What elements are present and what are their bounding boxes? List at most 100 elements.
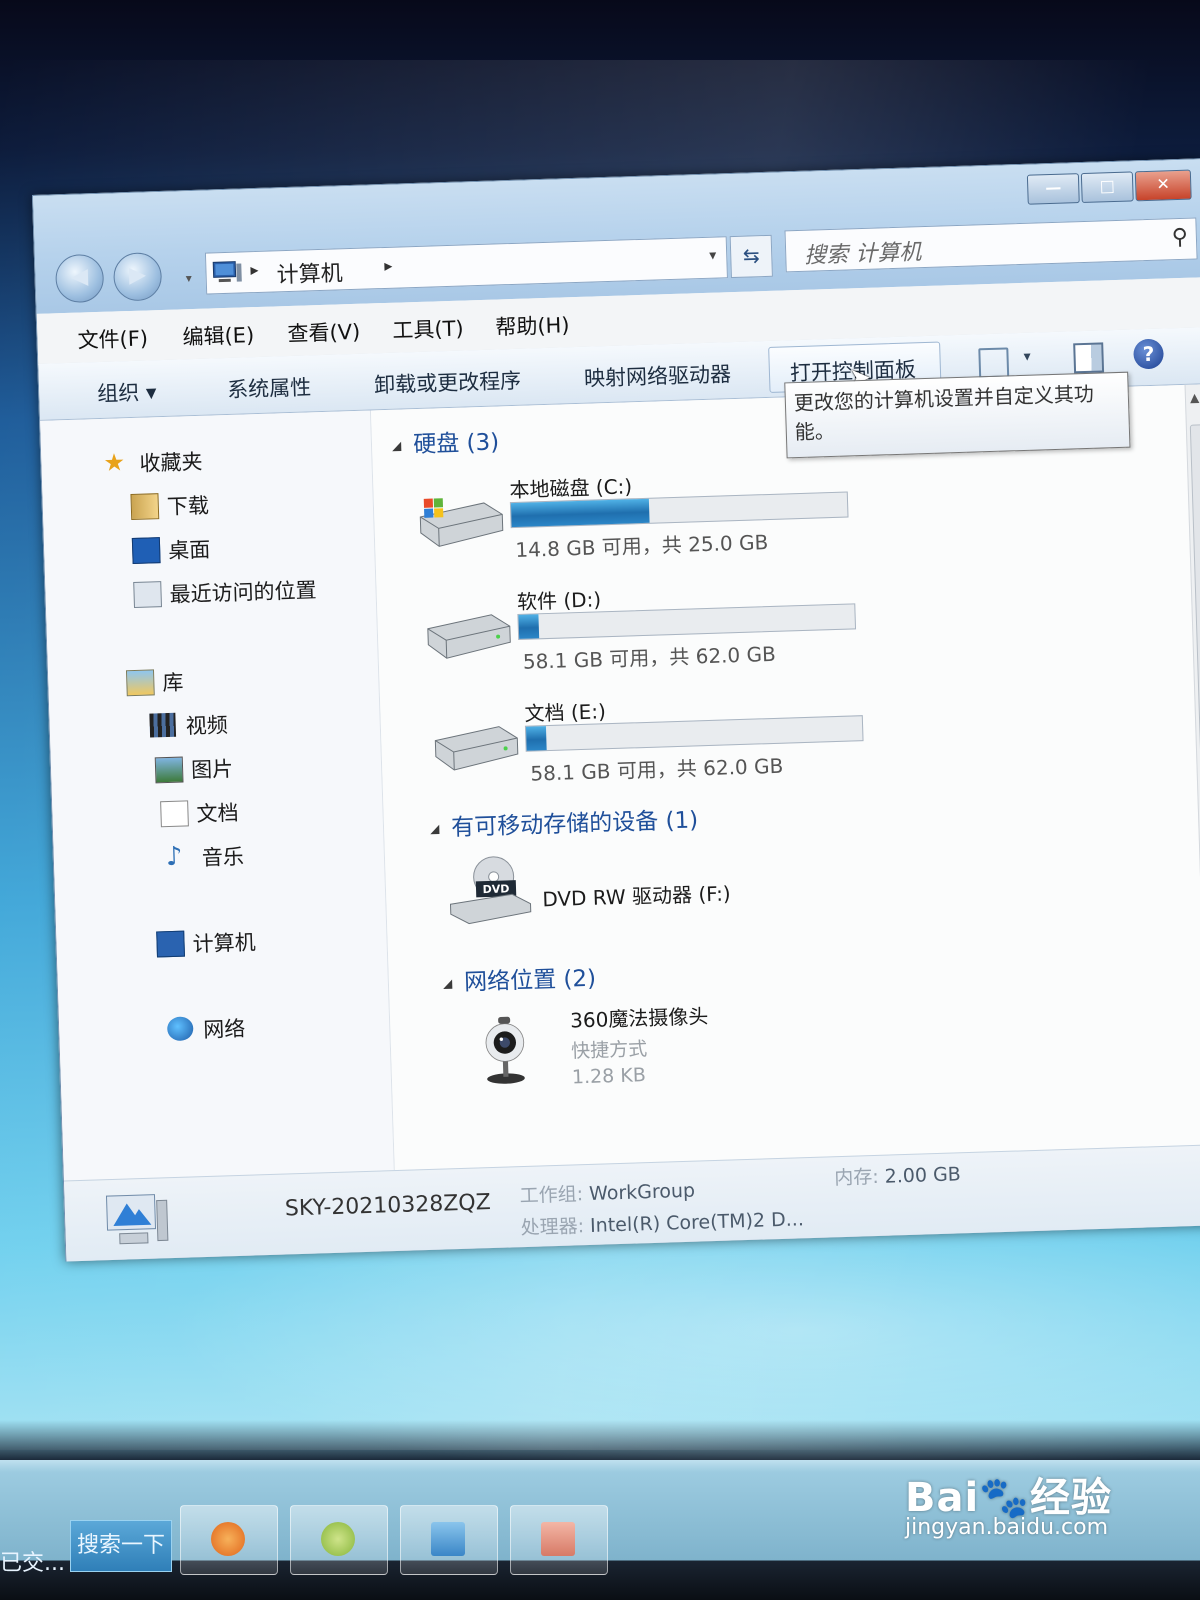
network-icon [166, 1016, 194, 1042]
nav-item-label: 图片 [190, 756, 234, 783]
close-button[interactable]: ✕ [1134, 169, 1192, 202]
drive-name: 软件 (D:) [516, 587, 602, 614]
workgroup-value: WorkGroup [588, 1179, 696, 1205]
processor-label: 处理器: [520, 1215, 585, 1240]
nav-item-music[interactable]: ♪ 音乐 [165, 842, 244, 875]
dvd-drive-item[interactable]: DVD DVD RW 驱动器 (F:) [445, 841, 928, 946]
hard-drive-icon [427, 614, 511, 659]
nav-favorites[interactable]: ★ 收藏夹 [103, 448, 203, 481]
memory-value: 2.00 GB [884, 1163, 962, 1188]
menu-edit[interactable]: 编辑(E) [182, 319, 255, 351]
refresh-button[interactable]: ⇆ [729, 234, 773, 279]
control-panel-tooltip: 更改您的计算机设置并自定义其功能。 [784, 371, 1131, 459]
forward-button[interactable]: ▶ [112, 251, 163, 302]
minimize-button[interactable]: — [1026, 173, 1080, 205]
taskbar-app-button[interactable] [510, 1505, 608, 1575]
scroll-up-arrow-icon[interactable]: ▲ [1190, 390, 1200, 404]
search-input[interactable]: 搜索 计算机 [804, 234, 922, 270]
documents-icon [160, 800, 189, 828]
nav-item-downloads[interactable]: 下载 [130, 492, 209, 524]
dvd-drive-icon: DVD [449, 856, 532, 925]
help-icon[interactable]: ? [1133, 338, 1165, 370]
preview-pane-icon[interactable] [1073, 342, 1105, 374]
nav-item-label: 文档 [196, 800, 239, 827]
nav-computer-label: 计算机 [192, 930, 256, 957]
camera-type: 快捷方式 [570, 1038, 648, 1063]
computer-icon [156, 930, 185, 958]
nav-item-desktop[interactable]: 桌面 [131, 536, 211, 568]
drive-free-space: 58.1 GB 可用，共 62.0 GB [522, 641, 777, 674]
hard-drive-icon [434, 726, 519, 771]
maximize-icon: □ [1099, 175, 1116, 196]
menu-help[interactable]: 帮助(H) [495, 309, 570, 341]
nav-network[interactable]: 网络 [166, 1015, 246, 1047]
navigation-pane: ★ 收藏夹 下载 桌面 最近访问的位置 库 视频 图片 文档 ♪ 音乐 计算机 … [40, 410, 395, 1181]
taskbar-app-button[interactable] [180, 1505, 278, 1575]
baidu-jingyan-url: jingyan.baidu.com [905, 1515, 1109, 1540]
nav-item-recent-places[interactable]: 最近访问的位置 [133, 578, 317, 612]
breadcrumb-separator[interactable]: ▸ [384, 256, 393, 275]
nav-item-label: 桌面 [167, 537, 211, 563]
processor-value: Intel(R) Core(TM)2 D... [589, 1208, 805, 1237]
camera-shortcut-item[interactable]: 360魔法摄像头 快捷方式 1.28 KB [474, 992, 957, 1107]
breadcrumb-separator[interactable]: ▸ [250, 260, 259, 279]
view-options-dropdown[interactable]: ▾ [1023, 349, 1031, 365]
dvd-badge-text: DVD [482, 882, 509, 896]
nav-item-label: 最近访问的位置 [169, 578, 317, 607]
downloads-folder-icon [130, 493, 160, 521]
nav-item-videos[interactable]: 视频 [149, 712, 228, 744]
drive-item-e[interactable]: 文档 (E:) 58.1 GB 可用，共 62.0 GB [428, 686, 911, 801]
collapse-triangle-icon: ◢ [429, 821, 440, 836]
nav-item-label: 下载 [166, 493, 210, 519]
camera-size: 1.28 KB [571, 1064, 647, 1089]
drive-free-space: 14.8 GB 可用，共 25.0 GB [515, 530, 769, 562]
system-properties-button[interactable]: 系统属性 [227, 371, 312, 404]
webcam-icon [485, 1016, 525, 1084]
system-drive-icon [419, 498, 504, 547]
back-arrow-icon: ◀ [70, 264, 89, 290]
group-hard-disks[interactable]: ◢ 硬盘 (3) [391, 422, 500, 459]
menu-file[interactable]: 文件(F) [77, 322, 148, 354]
uninstall-program-button[interactable]: 卸载或更改程序 [374, 365, 522, 400]
content-pane: ◢ 硬盘 (3) 本地磁盘 (C:) 14.8 GB 可用，共 25.0 GB [370, 384, 1200, 1171]
map-network-drive-button[interactable]: 映射网络驱动器 [584, 358, 732, 393]
dvd-drive-name: DVD RW 驱动器 (F:) [541, 881, 732, 912]
change-view-icon[interactable] [978, 347, 1010, 379]
drive-item-c[interactable]: 本地磁盘 (C:) 14.8 GB 可用，共 25.0 GB [413, 462, 896, 577]
search-icon[interactable]: ⚲ [1171, 225, 1188, 250]
processor-field: 处理器: Intel(R) Core(TM)2 D... [520, 1204, 804, 1240]
forward-arrow-icon: ▶ [128, 262, 147, 288]
drive-name: 文档 (E:) [524, 699, 607, 726]
group-removable[interactable]: ◢ 有可移动存储的设备 (1) [429, 800, 699, 842]
app-green-icon [321, 1522, 355, 1556]
maximize-button[interactable]: □ [1080, 171, 1134, 204]
nav-item-documents[interactable]: 文档 [160, 799, 239, 831]
drive-item-d[interactable]: 软件 (D:) 58.1 GB 可用，共 62.0 GB [421, 574, 904, 689]
nav-item-label: 音乐 [201, 844, 245, 870]
drive-usage-fill [525, 726, 547, 751]
menu-tools[interactable]: 工具(T) [392, 313, 464, 345]
menu-view[interactable]: 查看(V) [287, 316, 361, 348]
taskbar-app-button[interactable] [290, 1505, 388, 1575]
nav-computer[interactable]: 计算机 [156, 929, 256, 961]
taskbar-left-text[interactable]: 已交... [0, 1545, 65, 1577]
group-network-locations[interactable]: ◢ 网络位置 (2) [442, 959, 597, 998]
recent-pages-dropdown[interactable]: ▾ [185, 271, 191, 285]
minimize-icon: — [1044, 177, 1062, 198]
address-dropdown[interactable]: ▾ [709, 248, 717, 264]
back-button[interactable]: ◀ [54, 253, 105, 304]
caption-buttons: — □ ✕ [1026, 169, 1192, 205]
memory-label: 内存: [833, 1165, 880, 1190]
collapse-triangle-icon: ◢ [442, 976, 453, 991]
organize-button[interactable]: 组织 ▾ [97, 376, 157, 408]
taskbar-search-button[interactable]: 搜索一下 [70, 1520, 172, 1572]
explorer-window: — □ ✕ ◀ ▶ ▾ ▸ 计算机 ▸ ▾ ⇆ 搜索 计算机 ⚲ 文件(F) 编… [32, 158, 1200, 1262]
nav-item-pictures[interactable]: 图片 [154, 755, 234, 787]
group-removable-label: 有可移动存储的设备 (1) [450, 807, 699, 842]
close-icon: ✕ [1156, 174, 1171, 194]
taskbar-app-button[interactable] [400, 1505, 498, 1575]
workgroup-field: 工作组: WorkGroup [519, 1176, 695, 1208]
breadcrumb-computer[interactable]: 计算机 [276, 255, 343, 289]
computer-icon [105, 1194, 169, 1245]
nav-libraries[interactable]: 库 [125, 668, 184, 700]
